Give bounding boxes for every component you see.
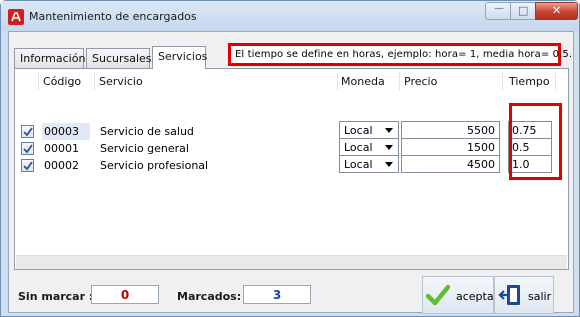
tiempo-input[interactable]: 0.5: [508, 138, 552, 156]
minimize-button[interactable]: —: [485, 2, 511, 20]
close-button[interactable]: ✕: [535, 2, 578, 20]
time-hint-note: El tiempo se define en horas, ejemplo: h…: [228, 43, 572, 66]
dropdown-arrow-icon: [385, 162, 393, 167]
moneda-select[interactable]: Local: [339, 121, 399, 139]
moneda-value: Local: [344, 141, 373, 154]
tab-label: Información: [20, 52, 86, 65]
accept-label: aceptar: [456, 290, 499, 303]
check-mark-icon: [23, 161, 33, 171]
servicio-cell: Servicio de salud: [100, 125, 194, 138]
tiempo-input[interactable]: 1.0: [508, 155, 552, 173]
tab-servicios[interactable]: Servicios: [152, 46, 208, 69]
accept-checkmark-icon: [426, 284, 450, 306]
moneda-select[interactable]: Local: [339, 138, 399, 156]
servicio-cell: Servicio profesional: [100, 159, 209, 172]
precio-input[interactable]: 5500: [401, 121, 500, 139]
row-checkbox[interactable]: [21, 142, 34, 155]
main-window: Mantenimiento de encargados — □ ✕ Inform…: [0, 0, 580, 317]
column-header-codigo[interactable]: Código: [40, 73, 95, 90]
codigo-cell: 00003: [42, 123, 90, 140]
tab-label: Servicios: [158, 50, 208, 63]
row-checkbox[interactable]: [21, 125, 34, 138]
horizontal-scrollbar[interactable]: [16, 255, 567, 269]
tab-sucursales[interactable]: Sucursales: [86, 48, 152, 68]
app-logo-icon: [8, 9, 24, 25]
row-checkbox[interactable]: [21, 159, 34, 172]
services-panel: Código Servicio Moneda Precio Tiempo 000…: [14, 68, 569, 270]
tiempo-input[interactable]: 0.75: [508, 121, 552, 139]
moneda-value: Local: [344, 124, 373, 137]
close-icon: ✕: [552, 4, 562, 17]
unchecked-label: Sin marcar :: [18, 290, 94, 303]
minimize-icon: —: [494, 3, 504, 14]
accept-button[interactable]: aceptar: [422, 276, 498, 314]
moneda-value: Local: [344, 158, 373, 171]
column-header-tiempo[interactable]: Tiempo: [506, 73, 556, 90]
check-mark-icon: [23, 127, 33, 137]
check-mark-icon: [23, 144, 33, 154]
window-client-area: Información Sucursales Servicios El tiem…: [8, 31, 574, 314]
maximize-icon: □: [518, 4, 529, 17]
tab-label: Sucursales: [92, 52, 152, 65]
checked-label: Marcados:: [177, 290, 242, 303]
dropdown-arrow-icon: [385, 145, 393, 150]
checked-count: 3: [243, 285, 311, 304]
column-header-select: [15, 73, 39, 90]
maximize-button[interactable]: □: [510, 2, 536, 20]
servicio-cell: Servicio general: [100, 142, 189, 155]
codigo-cell: 00002: [44, 159, 79, 172]
column-header-servicio[interactable]: Servicio: [96, 73, 338, 90]
column-header-moneda[interactable]: Moneda: [338, 73, 400, 90]
moneda-select[interactable]: Local: [339, 155, 399, 173]
unchecked-count: 0: [91, 285, 159, 304]
exit-button[interactable]: salir: [494, 276, 554, 314]
precio-input[interactable]: 1500: [401, 138, 500, 156]
dropdown-arrow-icon: [385, 128, 393, 133]
column-header-precio[interactable]: Precio: [401, 73, 503, 90]
exit-label: salir: [528, 290, 552, 303]
window-title: Mantenimiento de encargados: [29, 10, 197, 23]
tab-informacion[interactable]: Información: [14, 48, 86, 68]
codigo-cell: 00001: [44, 142, 79, 155]
title-bar: Mantenimiento de encargados — □ ✕: [1, 1, 579, 31]
exit-door-icon: [498, 285, 520, 305]
precio-input[interactable]: 4500: [401, 155, 500, 173]
